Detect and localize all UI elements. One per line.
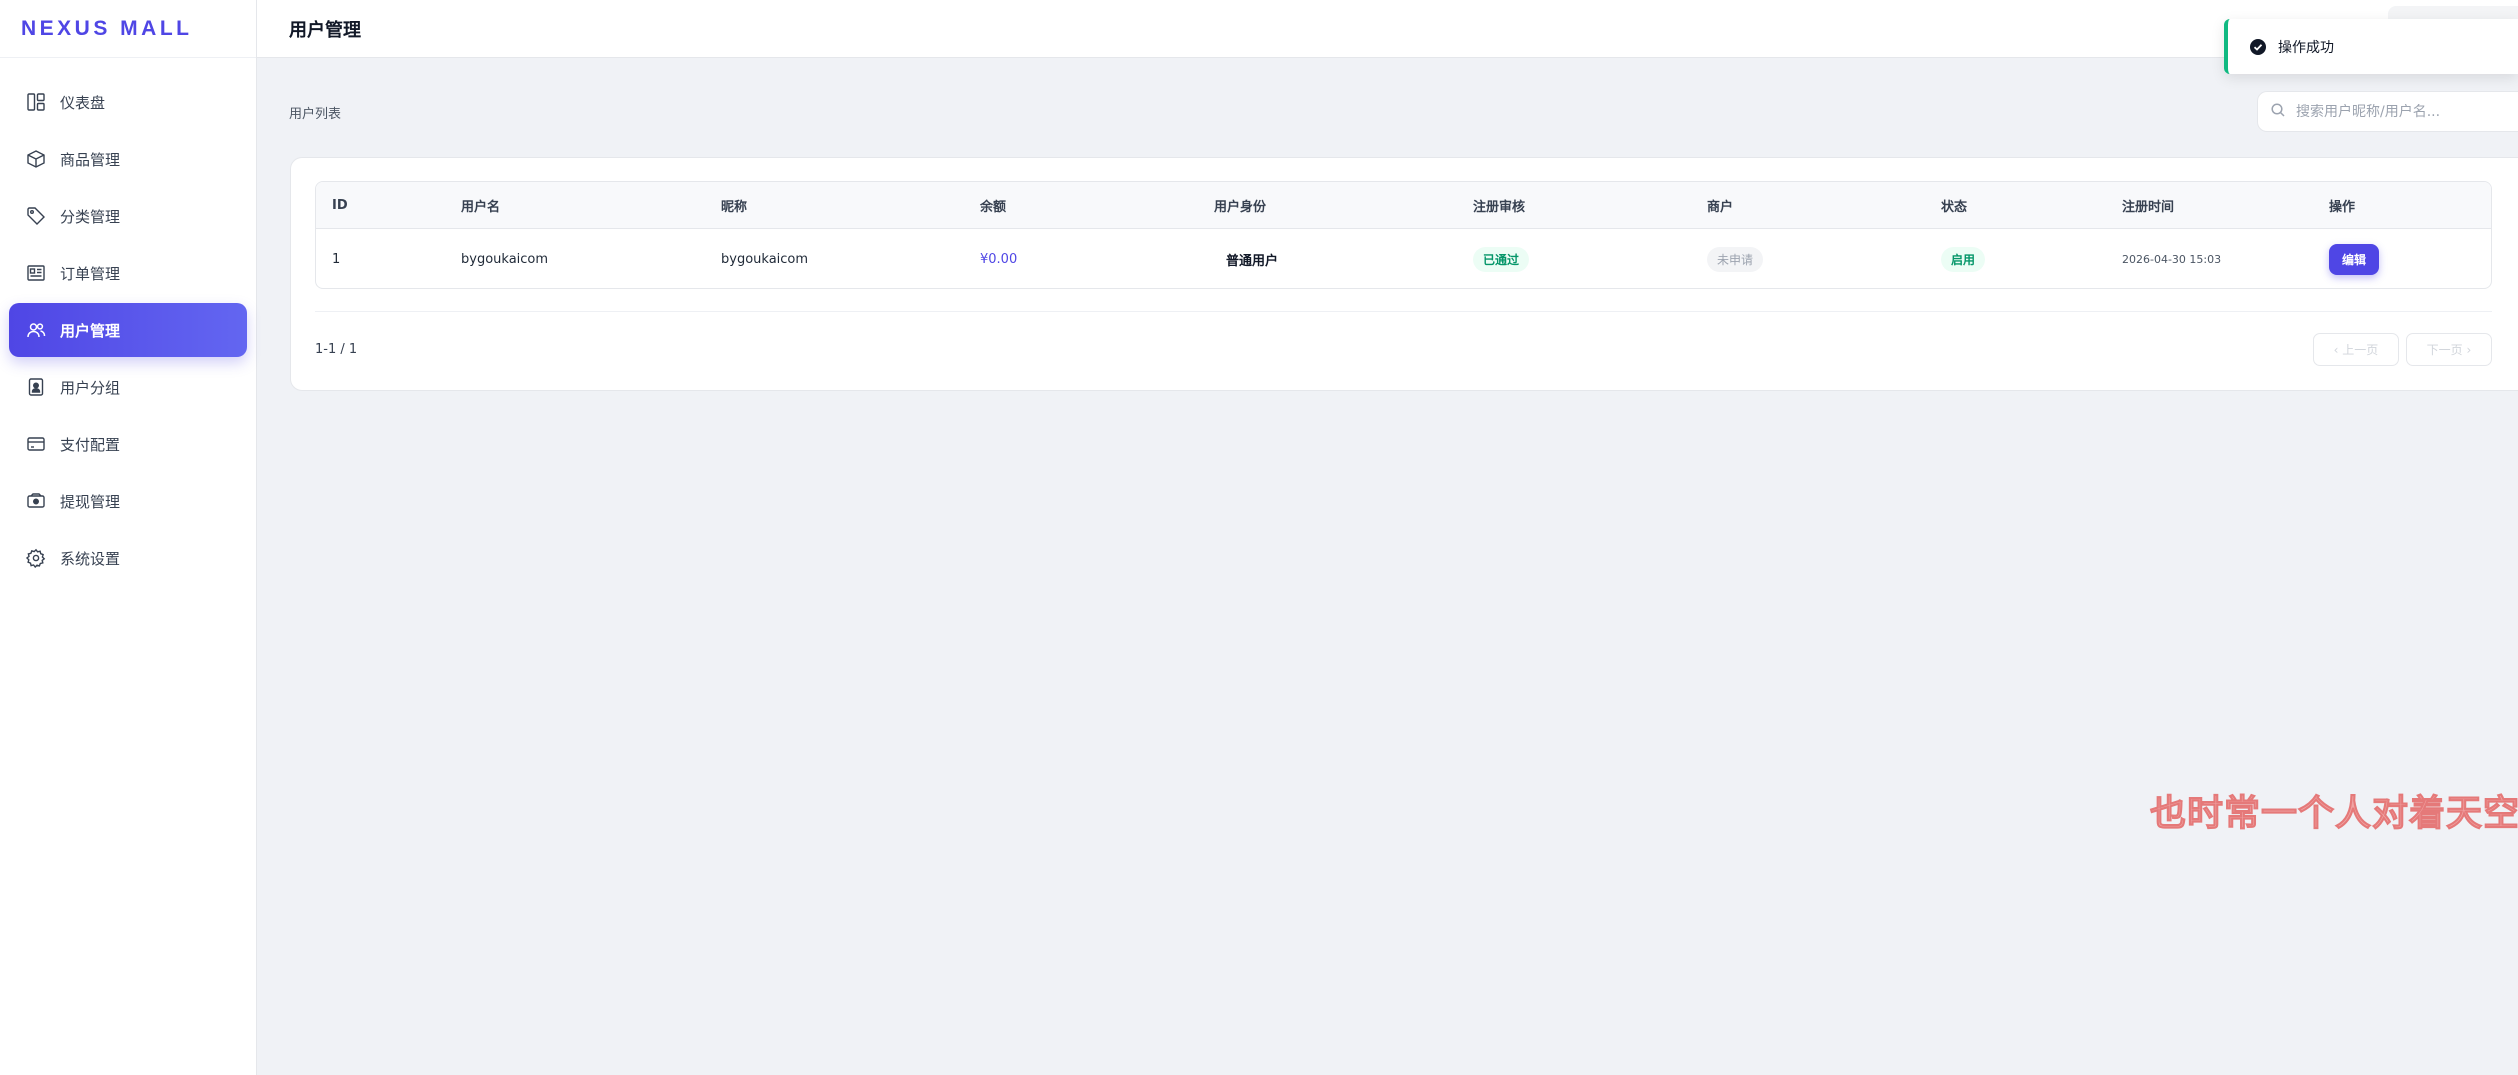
- column-header-id[interactable]: ID: [332, 182, 348, 228]
- order-list-icon: [26, 263, 46, 283]
- edit-button[interactable]: 编辑: [2329, 243, 2380, 275]
- divider: [315, 311, 2492, 312]
- cell-merchant: 未申请: [1707, 229, 1764, 288]
- check-circle-icon: [2250, 38, 2266, 55]
- chevron-left-icon: ‹: [2333, 342, 2343, 357]
- pagination-info: 1-1 / 1: [315, 342, 358, 357]
- credit-card-icon: [26, 434, 46, 454]
- gear-icon: [26, 548, 46, 568]
- column-header-review[interactable]: 注册审核: [1473, 182, 1525, 228]
- watermark-text: 也时常一个人对着天空发: [2149, 793, 2518, 835]
- tag-icon: [26, 206, 46, 226]
- sidebar-item-categories[interactable]: 分类管理: [9, 189, 247, 243]
- cell-status: 启用: [1941, 229, 1986, 288]
- account-status-badge: 启用: [1941, 246, 1986, 272]
- user-table: ID 用户名 昵称 余额 用户身份 注册审核 商户 状态 注册时间 操作 1 b…: [315, 181, 2492, 289]
- search-input[interactable]: [2296, 103, 2496, 120]
- column-header-actions: 操作: [2329, 199, 2356, 215]
- sidebar-item-label: 用户管理: [60, 321, 121, 340]
- sidebar-item-withdrawals[interactable]: 提现管理: [9, 474, 247, 528]
- sidebar-item-label: 分类管理: [60, 207, 121, 226]
- sidebar-item-label: 订单管理: [60, 264, 121, 283]
- sidebar-item-label: 仪表盘: [60, 93, 106, 112]
- next-page-label: 下一页: [2426, 343, 2463, 357]
- table-header: ID 用户名 昵称 余额 用户身份 注册审核 商户 状态 注册时间 操作: [316, 182, 2491, 229]
- cell-nickname: bygoukaicom: [721, 251, 809, 267]
- user-list-card: ID 用户名 昵称 余额 用户身份 注册审核 商户 状态 注册时间 操作 1 b…: [290, 157, 2518, 391]
- cell-registered: 2026-04-30 15:03: [2122, 252, 2222, 266]
- cell-review: 已通过: [1473, 229, 1530, 288]
- sidebar-item-label: 用户分组: [60, 378, 121, 397]
- cash-icon: [26, 491, 46, 511]
- cell-balance: ¥0.00: [980, 251, 1018, 267]
- table-row: 1 bygoukaicom bygoukaicom ¥0.00 普通用户 已通过…: [316, 229, 2491, 288]
- column-header-nickname[interactable]: 昵称: [721, 182, 747, 228]
- column-header-username[interactable]: 用户名: [461, 182, 500, 228]
- column-header-merchant[interactable]: 商户: [1707, 182, 1733, 228]
- column-header-status[interactable]: 状态: [1941, 182, 1967, 228]
- box-icon: [26, 149, 46, 169]
- search-box[interactable]: [2257, 91, 2518, 132]
- sidebar-item-label: 系统设置: [60, 549, 121, 568]
- brand-logo[interactable]: NEXUS MALL: [0, 0, 256, 58]
- column-header-balance[interactable]: 余额: [980, 182, 1006, 228]
- review-status-badge: 已通过: [1473, 246, 1530, 272]
- column-header-registered[interactable]: 注册时间: [2122, 182, 2174, 228]
- page-title: 用户管理: [289, 19, 361, 41]
- success-toast: 操作成功: [2224, 19, 2518, 74]
- users-icon: [26, 320, 46, 340]
- next-page-button[interactable]: 下一页 ›: [2406, 333, 2492, 366]
- toast-message: 操作成功: [2278, 39, 2334, 56]
- sidebar-item-orders[interactable]: 订单管理: [9, 246, 247, 300]
- sidebar-item-label: 商品管理: [60, 150, 121, 169]
- cell-id: 1: [332, 251, 341, 267]
- sidebar-item-users[interactable]: 用户管理: [9, 303, 247, 357]
- sidebar-item-payment-config[interactable]: 支付配置: [9, 417, 247, 471]
- sidebar-item-label: 支付配置: [60, 435, 121, 454]
- search-icon: [2270, 102, 2286, 122]
- column-header-identity[interactable]: 用户身份: [1214, 182, 1266, 228]
- sidebar-item-dashboard[interactable]: 仪表盘: [9, 75, 247, 129]
- cell-username: bygoukaicom: [461, 251, 549, 267]
- cell-identity: 普通用户: [1226, 253, 1279, 269]
- merchant-status-badge: 未申请: [1707, 246, 1764, 272]
- sidebar-item-settings[interactable]: 系统设置: [9, 531, 247, 585]
- chevron-right-icon: ›: [2462, 342, 2472, 357]
- user-badge-icon: [26, 377, 46, 397]
- list-title: 用户列表: [289, 107, 342, 122]
- sidebar: NEXUS MALL 仪表盘 商品管理 分类管理 订单管理 用户管理 用户分组 …: [0, 0, 257, 1075]
- sidebar-item-label: 提现管理: [60, 492, 121, 511]
- sidebar-item-products[interactable]: 商品管理: [9, 132, 247, 186]
- prev-page-button[interactable]: ‹ 上一页: [2313, 333, 2399, 366]
- cell-actions: 编辑: [2329, 229, 2380, 288]
- sidebar-nav: 仪表盘 商品管理 分类管理 订单管理 用户管理 用户分组 支付配置 提现管理 系…: [0, 58, 256, 585]
- prev-page-label: 上一页: [2342, 343, 2379, 357]
- dashboard-icon: [26, 92, 46, 112]
- sidebar-item-user-groups[interactable]: 用户分组: [9, 360, 247, 414]
- top-header: 用户管理: [257, 0, 2518, 58]
